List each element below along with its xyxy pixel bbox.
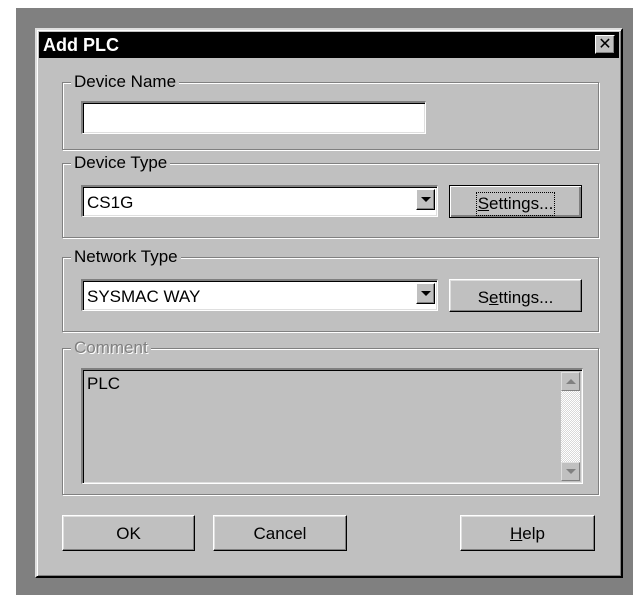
comment-textarea[interactable]: PLC <box>81 368 583 484</box>
chevron-down-icon <box>421 197 431 202</box>
cancel-label: Cancel <box>253 524 307 543</box>
device-type-select[interactable]: CS1G <box>81 185 438 217</box>
close-button[interactable]: ✕ <box>595 35 615 54</box>
device-type-settings-button[interactable]: Settings... <box>449 185 582 218</box>
network-type-settings-label: Settings... <box>477 288 554 307</box>
device-type-settings-label: Settings... <box>475 192 556 216</box>
scroll-down-button[interactable] <box>561 462 580 481</box>
network-type-group: Network Type SYSMAC WAY Settings... <box>62 247 599 332</box>
close-icon: ✕ <box>598 34 612 53</box>
device-type-group: Device Type CS1G Settings... <box>62 153 599 238</box>
ok-label: OK <box>116 524 141 543</box>
device-name-group: Device Name <box>62 72 599 150</box>
network-type-dropdown-button[interactable] <box>416 283 435 304</box>
dialog-title: Add PLC <box>43 35 119 55</box>
device-type-label: Device Type <box>71 153 171 173</box>
chevron-down-icon <box>421 291 431 296</box>
network-type-settings-button[interactable]: Settings... <box>449 279 582 312</box>
network-type-value: SYSMAC WAY <box>87 287 201 306</box>
comment-group: Comment PLC <box>62 338 599 495</box>
ok-button[interactable]: OK <box>62 515 195 551</box>
comment-value: PLC <box>87 374 121 393</box>
title-bar: Add PLC ✕ <box>39 32 619 58</box>
device-name-input[interactable] <box>81 101 426 134</box>
device-name-label: Device Name <box>71 72 180 92</box>
add-plc-dialog: Add PLC ✕ Device Name Device Type CS1G S… <box>35 28 623 578</box>
scroll-up-button[interactable] <box>561 372 580 391</box>
arrow-up-icon <box>566 379 576 384</box>
help-button[interactable]: Help <box>460 515 595 551</box>
comment-label: Comment <box>71 338 151 358</box>
network-type-label: Network Type <box>71 247 181 267</box>
cancel-button[interactable]: Cancel <box>213 515 347 551</box>
network-type-select[interactable]: SYSMAC WAY <box>81 279 438 311</box>
help-label: Help <box>510 524 545 543</box>
device-type-dropdown-button[interactable] <box>416 189 435 210</box>
comment-scrollbar[interactable] <box>561 372 580 481</box>
arrow-down-icon <box>566 469 576 474</box>
device-type-value: CS1G <box>87 193 134 212</box>
